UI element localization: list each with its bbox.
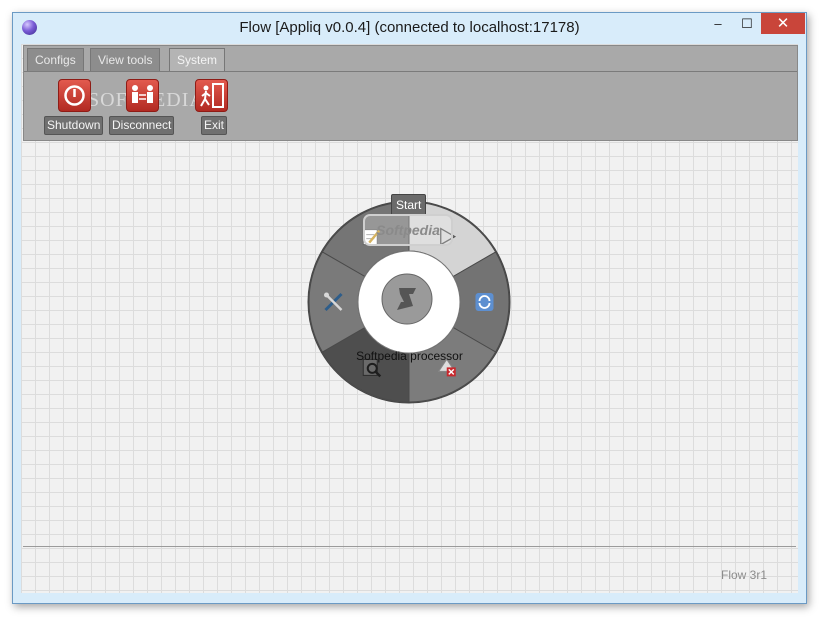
window-title: Flow [Appliq v0.0.4] (connected to local… [239, 19, 580, 36]
radial-menu [307, 200, 511, 404]
refresh-icon [475, 293, 494, 311]
status-divider [23, 546, 796, 547]
app-window: Flow [Appliq v0.0.4] (connected to local… [12, 12, 807, 604]
version-label: Flow 3r1 [721, 568, 768, 582]
title-bar[interactable]: Flow [Appliq v0.0.4] (connected to local… [13, 13, 806, 43]
wheel-watermark: Softpedia [363, 214, 453, 246]
maximize-button[interactable]: ☐ [733, 13, 761, 34]
canvas-area[interactable]: Configs View tools System SOFTPEDIA Shut… [21, 44, 798, 593]
close-button[interactable]: ✕ [761, 13, 805, 34]
minimize-button[interactable]: – [703, 13, 733, 34]
processor-label: Softpedia processor [356, 349, 463, 363]
start-label[interactable]: Start [391, 194, 427, 216]
